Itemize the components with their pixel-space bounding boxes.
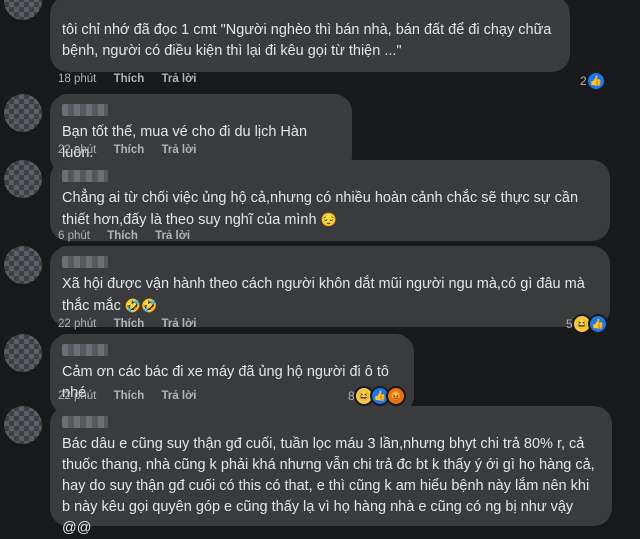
comment-time[interactable]: 22 phút	[58, 144, 96, 156]
author-name[interactable]	[62, 256, 108, 268]
pensive-emoji: 😔	[320, 212, 337, 227]
comment-actions: 22 phút Thích Trả lời	[58, 144, 210, 156]
comment-actions: 18 phút Thích Trả lời	[58, 73, 210, 85]
reply-button[interactable]: Trả lời	[161, 390, 196, 402]
avatar[interactable]	[4, 246, 42, 284]
comment-actions: 6 phút Thích Trả lời	[58, 230, 204, 242]
like-button[interactable]: Thích	[114, 390, 145, 402]
comment-text: Bạn tốt thế, mua vé cho đi du lịch Hàn l…	[62, 124, 308, 161]
avatar[interactable]	[4, 160, 42, 198]
comment-text: tôi chỉ nhớ đã đọc 1 cmt "Người nghèo th…	[62, 22, 552, 59]
comment-time[interactable]: 22 phút	[58, 318, 96, 330]
like-button[interactable]: Thích	[114, 144, 145, 156]
comment-time[interactable]: 6 phút	[58, 230, 90, 242]
comment-actions: 22 phút Thích Trả lời	[58, 318, 210, 330]
reaction-summary[interactable]: 2 👍	[580, 71, 606, 91]
reaction-summary[interactable]: 5 😆 👍	[566, 314, 608, 334]
comment-bubble: Chẳng ai từ chối việc ủng hộ cả,nhưng có…	[50, 160, 610, 241]
comment-bubble: tôi chỉ nhớ đã đọc 1 cmt "Người nghèo th…	[50, 0, 570, 72]
like-button[interactable]: Thích	[114, 73, 145, 85]
comment-bubble: Bác dâu e cũng suy thận gđ cuối, tuần lọ…	[50, 406, 612, 536]
author-name[interactable]	[62, 170, 108, 182]
reply-button[interactable]: Trả lời	[161, 73, 196, 85]
like-icon: 👍	[587, 314, 608, 334]
comment-actions: 22 phút Thích Trả lời	[58, 390, 210, 402]
author-name[interactable]	[62, 344, 108, 356]
author-name[interactable]	[62, 416, 108, 428]
like-button[interactable]: Thích	[107, 230, 138, 242]
author-name[interactable]	[62, 104, 108, 116]
reply-button[interactable]: Trả lời	[161, 318, 196, 330]
reply-button[interactable]: Trả lời	[155, 230, 190, 242]
comment-time[interactable]: 18 phút	[58, 73, 96, 85]
avatar[interactable]	[4, 334, 42, 372]
rofl-emoji: 🤣🤣	[124, 298, 158, 313]
comment-time[interactable]: 22 phút	[58, 390, 96, 402]
like-icon: 👍	[585, 71, 606, 91]
angry-icon: 😡	[385, 386, 406, 406]
avatar[interactable]	[4, 406, 42, 444]
avatar[interactable]	[4, 94, 42, 132]
comment-bubble: Xã hội được vận hành theo cách người khô…	[50, 246, 610, 327]
like-button[interactable]: Thích	[114, 318, 145, 330]
comment-text: Bác dâu e cũng suy thận gđ cuối, tuần lọ…	[62, 436, 595, 536]
reply-button[interactable]: Trả lời	[161, 144, 196, 156]
reaction-summary[interactable]: 8 😆 👍 😡	[348, 386, 406, 406]
avatar[interactable]	[4, 0, 42, 20]
